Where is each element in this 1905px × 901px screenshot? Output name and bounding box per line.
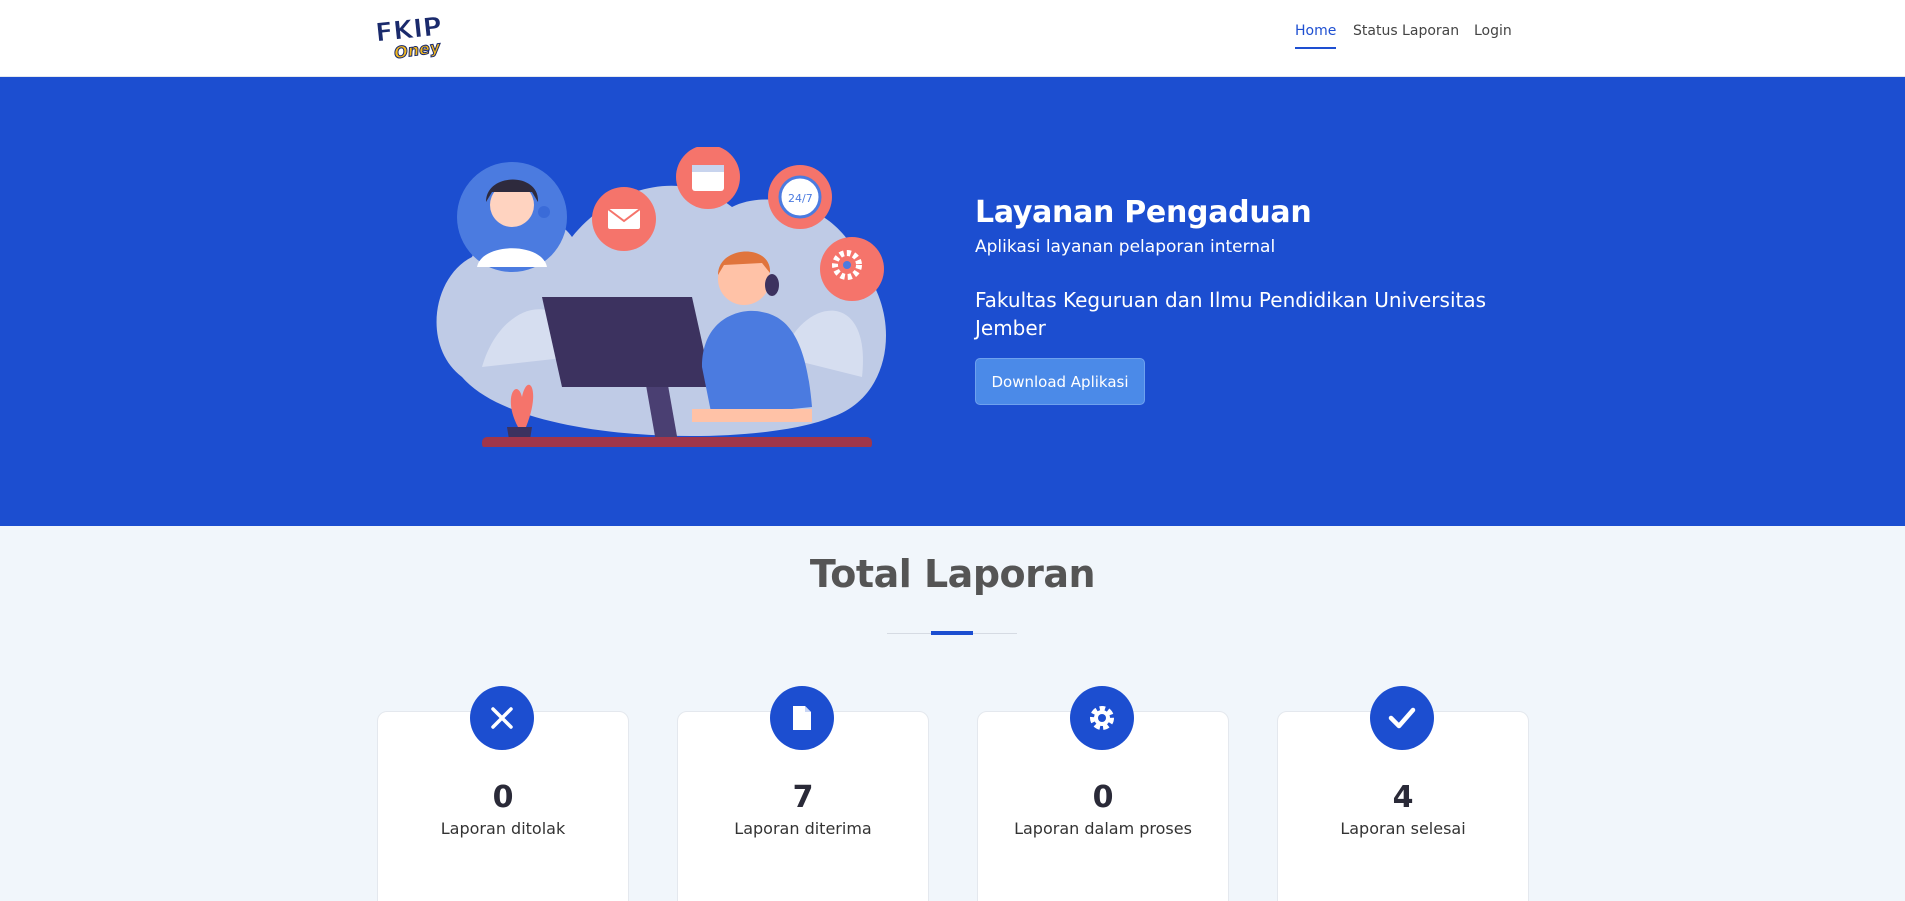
- hero-section: 24/7 Layanan Pengaduan Aplikasi layanan …: [0, 77, 1905, 526]
- hero-faculty: Fakultas Keguruan dan Ilmu Pendidikan Un…: [975, 288, 1487, 340]
- svg-text:24/7: 24/7: [788, 192, 813, 205]
- nav-home[interactable]: Home: [1295, 23, 1337, 49]
- stat-label-received: Laporan diterima: [734, 819, 872, 838]
- stat-value-rejected: 0: [492, 780, 514, 815]
- navbar: FKIP Oney Home Status Laporan Login: [0, 0, 1905, 77]
- hero-subtitle: Aplikasi layanan pelaporan internal: [975, 237, 1276, 257]
- stat-label-done: Laporan selesai: [1340, 819, 1466, 838]
- stat-label-rejected: Laporan ditolak: [440, 819, 566, 838]
- stat-label-in-process: Laporan dalam proses: [1014, 819, 1192, 838]
- title-divider-accent: [931, 631, 973, 635]
- nav-status-laporan[interactable]: Status Laporan: [1353, 23, 1459, 39]
- stat-value-received: 7: [792, 780, 814, 815]
- stat-value-done: 4: [1392, 780, 1414, 815]
- section-title: Total Laporan: [809, 552, 1096, 596]
- hero-title: Layanan Pengaduan: [975, 195, 1312, 230]
- download-app-button[interactable]: Download Aplikasi: [975, 358, 1145, 405]
- check-icon: [1370, 686, 1434, 750]
- stat-value-in-process: 0: [1092, 780, 1114, 815]
- file-icon: [770, 686, 834, 750]
- fkip-logo[interactable]: FKIP Oney: [374, 10, 450, 62]
- gear-icon: [1070, 686, 1134, 750]
- customer-service-illustration: 24/7: [436, 147, 886, 447]
- nav-login[interactable]: Login: [1474, 23, 1512, 39]
- x-icon: [470, 686, 534, 750]
